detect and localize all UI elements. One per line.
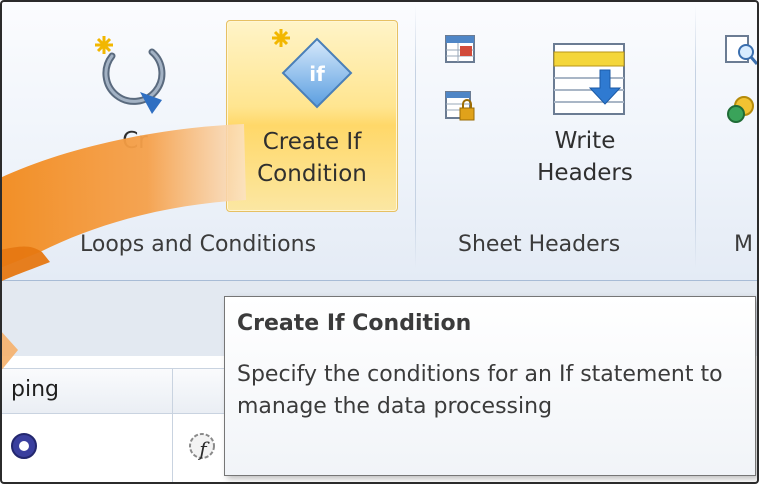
sheet-table-button[interactable] [444,34,476,64]
search-sheet-button[interactable] [724,34,759,66]
sheet-lock-button[interactable] [444,90,476,122]
loops-and-conditions-label: Loops and Conditions [80,232,317,257]
tooltip: Create If Condition Specify the conditio… [224,296,756,476]
create-loop-button[interactable]: Cr [50,20,220,210]
search-sheet-icon [725,35,759,65]
sheet-lock-icon [445,91,475,121]
tooltip-description: Specify the conditions for an If stateme… [237,362,723,419]
ribbon: Cr if Create If Condition Loops and Cond… [0,0,759,281]
write-headers-button[interactable]: Write Headers [510,20,660,210]
sheet-headers-label: Sheet Headers [458,232,621,257]
svg-text:if: if [309,62,325,86]
write-headers-label-line2: Headers [537,160,633,186]
if-condition-icon: if [272,29,353,109]
tooltip-title: Create If Condition [237,311,472,336]
grid-header[interactable]: ping [0,368,237,414]
refresh-coins-icon [727,96,754,123]
create-if-label-line2: Condition [257,161,367,187]
create-if-label-line1: Create If [262,129,362,155]
create-loop-label: Cr [122,128,148,154]
write-headers-icon [553,43,625,115]
formula-icon[interactable]: f [186,430,220,464]
grid-header-label: ping [11,377,59,402]
write-headers-label-line1: Write [554,128,616,154]
loop-icon [95,36,166,114]
group-separator [415,6,416,268]
sheet-table-icon [445,35,475,63]
circle-arrow-icon[interactable] [10,432,38,460]
table-row[interactable]: f [0,414,235,474]
create-if-condition-button[interactable]: if Create If Condition [226,20,398,212]
group-separator [695,6,696,268]
refresh-coins-button[interactable] [724,92,758,126]
third-group-label: M [734,232,753,257]
